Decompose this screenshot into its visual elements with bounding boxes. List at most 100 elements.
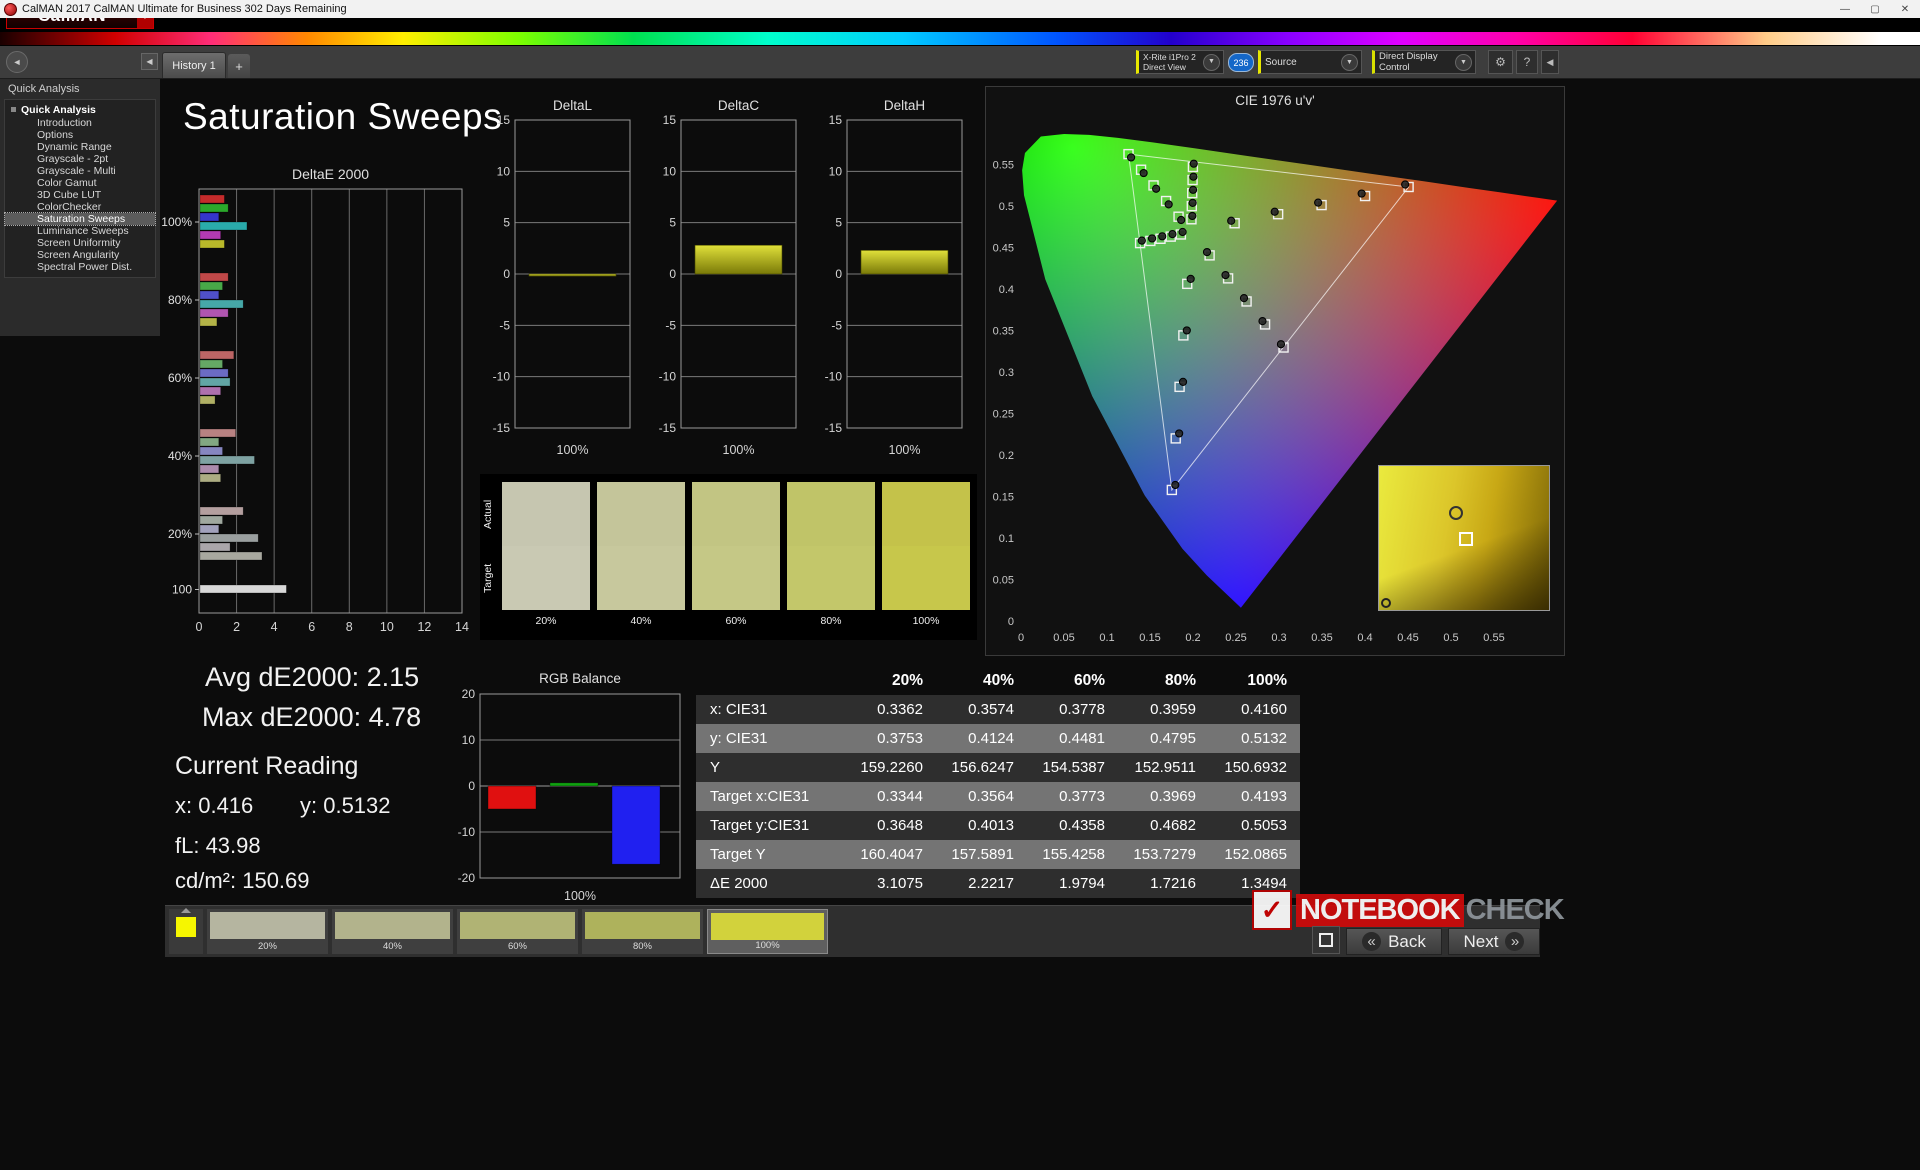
- svg-text:0: 0: [669, 267, 676, 281]
- workflow-tree: Quick Analysis Introduction Options Dynami…: [4, 99, 156, 278]
- collapse-right-panel-icon[interactable]: ◀: [1541, 50, 1559, 74]
- patch-tile-40%[interactable]: 40%: [332, 909, 453, 954]
- svg-text:10: 10: [462, 733, 476, 747]
- svg-text:CIE 1976 u'v': CIE 1976 u'v': [1235, 93, 1314, 108]
- display-control-label: Direct Display Control: [1379, 51, 1438, 73]
- current-fl: fL: 43.98: [175, 833, 261, 858]
- sidebar-item-introduction[interactable]: Introduction: [5, 117, 155, 129]
- chevron-down-icon[interactable]: ▼: [1341, 53, 1358, 71]
- add-tab-button[interactable]: +: [228, 54, 250, 78]
- actual-swatch-100%: [882, 482, 970, 546]
- table-header-cell: 20%: [891, 672, 923, 689]
- source-dropdown[interactable]: Source ▼: [1258, 50, 1362, 74]
- patch-tile-100%[interactable]: 100%: [707, 909, 828, 954]
- current-patch-tile[interactable]: [169, 908, 203, 954]
- svg-text:20%: 20%: [168, 527, 192, 541]
- svg-text:DeltaL: DeltaL: [553, 98, 593, 113]
- deltah-chart: DeltaH 15 10 5 0 -5 -10 -15 100%: [825, 98, 963, 457]
- table-header-cell: 60%: [1073, 672, 1105, 689]
- tree-root-quick-analysis[interactable]: Quick Analysis: [5, 103, 155, 117]
- table-cell: 0.4358: [1059, 817, 1105, 834]
- svg-text:15: 15: [497, 113, 511, 127]
- meter-line1: X-Rite i1Pro 2: [1143, 51, 1196, 62]
- swatch-label: 20%: [535, 615, 557, 627]
- row-label: Target Y: [710, 846, 766, 863]
- svg-text:0: 0: [1008, 616, 1014, 628]
- patch-tile-60%[interactable]: 60%: [457, 909, 578, 954]
- svg-text:0.15: 0.15: [1139, 632, 1160, 644]
- table-row: ΔE 2000 3.1075 2.2217 1.9794 1.7216 1.3494: [696, 869, 1300, 898]
- target-swatch-80%: [787, 546, 875, 610]
- chevron-down-icon[interactable]: ▼: [1203, 53, 1220, 71]
- svg-text:10: 10: [829, 164, 843, 178]
- svg-text:0.15: 0.15: [993, 492, 1014, 504]
- stop-button[interactable]: [1312, 926, 1340, 954]
- row-label: Target y:CIE31: [710, 817, 810, 834]
- table-cell: 0.4193: [1241, 788, 1287, 805]
- table-cell: 0.3344: [877, 788, 923, 805]
- back-button[interactable]: « Back: [1346, 928, 1442, 955]
- sidebar-item-luminance-sweeps[interactable]: Luminance Sweeps: [5, 225, 155, 237]
- svg-text:6: 6: [308, 620, 315, 634]
- table-header-cell: 80%: [1164, 672, 1196, 689]
- table-cell: 1.9794: [1059, 875, 1105, 892]
- patch-swatch: [460, 912, 575, 939]
- next-button[interactable]: Next »: [1448, 928, 1540, 955]
- sidebar-collapse-icon[interactable]: ◀: [141, 53, 158, 70]
- svg-text:-15: -15: [825, 421, 843, 435]
- maximize-button[interactable]: ▢: [1860, 0, 1890, 18]
- svg-text:100%: 100%: [557, 443, 589, 457]
- gear-icon[interactable]: ⚙: [1488, 50, 1513, 74]
- minimize-button[interactable]: —: [1830, 0, 1860, 18]
- notebookcheck-watermark: ✓ NOTEBOOK CHECK: [1252, 890, 1565, 930]
- chevron-down-icon[interactable]: ▼: [1455, 53, 1472, 71]
- svg-text:-5: -5: [499, 318, 510, 332]
- close-button[interactable]: ✕: [1890, 0, 1920, 18]
- app-header: [0, 18, 1920, 46]
- table-cell: 0.3362: [877, 701, 923, 718]
- patch-tile-20%[interactable]: 20%: [207, 909, 328, 954]
- display-control-dropdown[interactable]: Direct Display Control ▼: [1372, 50, 1476, 74]
- help-icon[interactable]: ?: [1516, 50, 1538, 74]
- patch-tile-80%[interactable]: 80%: [582, 909, 703, 954]
- sidebar-item-spectral-power-dist[interactable]: Spectral Power Dist.: [5, 261, 155, 273]
- sidebar-item-options[interactable]: Options: [5, 129, 155, 141]
- patch-label: 60%: [507, 941, 527, 952]
- meter-line2: Direct View: [1143, 62, 1186, 72]
- tab-history-1[interactable]: History 1: [162, 52, 226, 78]
- table-cell: 0.3753: [877, 730, 923, 747]
- svg-text:0.05: 0.05: [1053, 632, 1074, 644]
- sidebar-item-3d-cube-lut[interactable]: 3D Cube LUT: [5, 189, 155, 201]
- svg-text:4: 4: [271, 620, 278, 634]
- sidebar-item-colorchecker[interactable]: ColorChecker: [5, 201, 155, 213]
- svg-text:5: 5: [669, 216, 676, 230]
- watermark-check: CHECK: [1465, 893, 1565, 926]
- svg-text:0.1: 0.1: [1099, 632, 1114, 644]
- table-cell: 0.4013: [968, 817, 1014, 834]
- sidebar-item-screen-uniformity[interactable]: Screen Uniformity: [5, 237, 155, 249]
- sidebar-item-screen-angularity[interactable]: Screen Angularity: [5, 249, 155, 261]
- reference-point-icon: [1381, 598, 1391, 608]
- sidebar-item-color-gamut[interactable]: Color Gamut: [5, 177, 155, 189]
- table-cell: 160.4047: [860, 846, 923, 863]
- table-cell: 0.3648: [877, 817, 923, 834]
- sidebar-item-dynamic-range[interactable]: Dynamic Range: [5, 141, 155, 153]
- sidebar-item-saturation-sweeps[interactable]: Saturation Sweeps: [4, 212, 156, 226]
- panel-toggle-button[interactable]: ◄: [6, 51, 28, 73]
- svg-text:100%: 100%: [564, 889, 596, 900]
- sidebar-item-grayscale-multi[interactable]: Grayscale - Multi: [5, 165, 155, 177]
- svg-text:-10: -10: [493, 370, 511, 384]
- table-row: Target y:CIE31 0.3648 0.4013 0.4358 0.4682 0.…: [696, 811, 1300, 840]
- svg-text:0: 0: [1018, 632, 1024, 644]
- target-row-label: Target: [482, 563, 494, 593]
- sidebar-item-grayscale-2pt[interactable]: Grayscale - 2pt: [5, 153, 155, 165]
- actual-row-label: Actual: [482, 499, 494, 529]
- watermark-notebook: NOTEBOOK: [1296, 893, 1464, 927]
- svg-text:DeltaH: DeltaH: [884, 98, 925, 113]
- meter-dropdown[interactable]: X-Rite i1Pro 2 Direct View ▼: [1136, 50, 1224, 74]
- next-chevrons-icon: »: [1505, 932, 1525, 951]
- svg-text:80%: 80%: [168, 293, 192, 307]
- page-title: Saturation Sweeps: [183, 96, 503, 137]
- actual-swatch-20%: [502, 482, 590, 546]
- row-label: ΔE 2000: [710, 875, 768, 892]
